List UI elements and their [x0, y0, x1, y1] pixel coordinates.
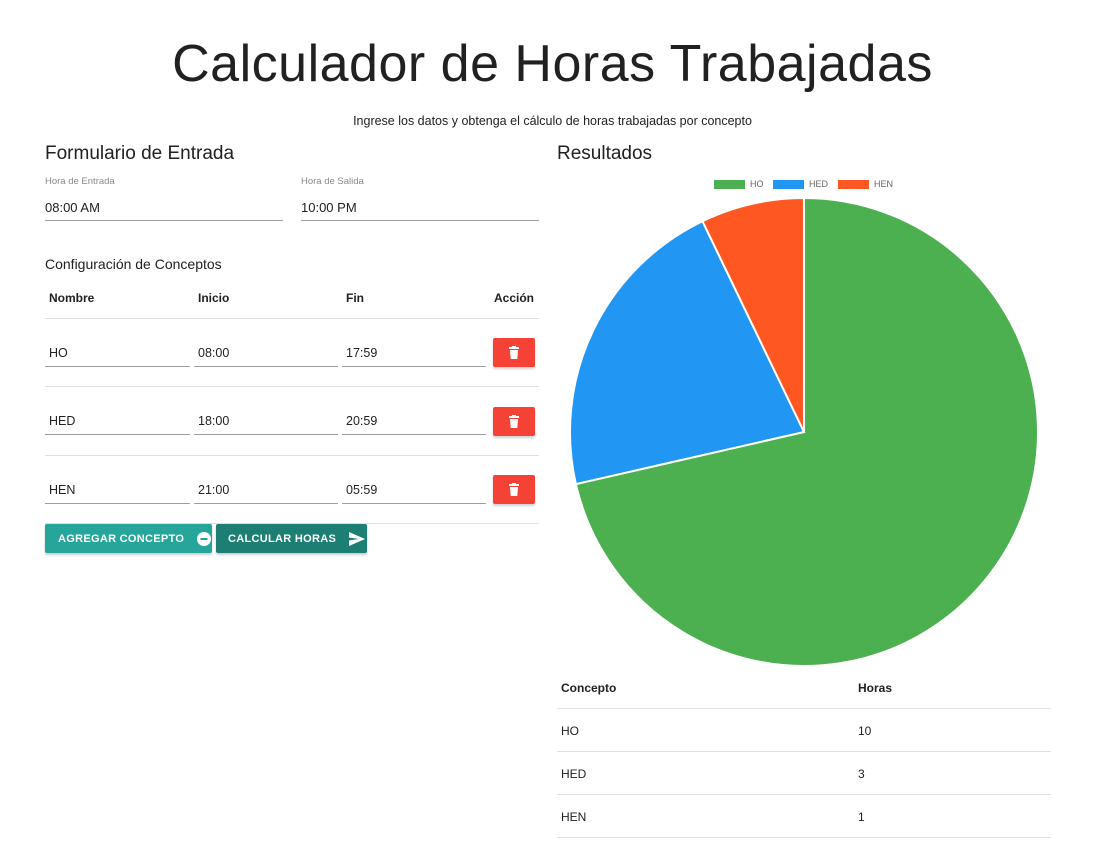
- column-header-end: Fin: [346, 291, 364, 305]
- result-hours: 3: [858, 767, 865, 781]
- legend-swatch: [838, 179, 869, 189]
- result-hours: 10: [858, 724, 872, 738]
- exit-time-input[interactable]: [301, 194, 539, 221]
- concept-end-input[interactable]: [342, 407, 486, 435]
- result-concept: HED: [561, 767, 587, 781]
- concept-start-input[interactable]: [194, 476, 338, 504]
- column-header-start: Inicio: [198, 291, 230, 305]
- row-divider: [45, 455, 539, 456]
- concept-end-input[interactable]: [342, 476, 486, 504]
- add-circle-icon: [197, 531, 212, 546]
- row-divider: [557, 794, 1051, 795]
- concept-start-input[interactable]: [194, 407, 338, 435]
- trash-icon: [509, 346, 519, 359]
- concept-name-input[interactable]: [45, 476, 190, 504]
- results-title: Resultados: [557, 143, 653, 164]
- concept-end-input[interactable]: [342, 339, 486, 367]
- row-divider: [557, 708, 1051, 709]
- delete-concept-button[interactable]: [493, 338, 535, 367]
- form-title: Formulario de Entrada: [45, 143, 235, 164]
- trash-icon: [509, 415, 519, 428]
- calculate-hours-label: CALCULAR HORAS: [228, 532, 337, 545]
- results-header-hours: Horas: [858, 681, 893, 695]
- legend-label: HO: [750, 179, 764, 189]
- calculate-hours-button[interactable]: CALCULAR HORAS: [216, 524, 367, 553]
- row-divider: [557, 837, 1051, 838]
- results-header-concept: Concepto: [561, 681, 617, 695]
- entry-time-input[interactable]: [45, 194, 283, 221]
- column-header-name: Nombre: [49, 291, 95, 305]
- result-hours: 1: [858, 810, 865, 824]
- exit-time-label: Hora de Salida: [301, 176, 364, 187]
- legend-swatch: [773, 179, 804, 189]
- trash-icon: [509, 483, 519, 496]
- concepts-title: Configuración de Conceptos: [45, 256, 222, 272]
- delete-concept-button[interactable]: [493, 475, 535, 504]
- column-header-action: Acción: [494, 291, 535, 305]
- concept-name-input[interactable]: [45, 407, 190, 435]
- add-concept-label: AGREGAR CONCEPTO: [58, 532, 185, 545]
- page-title: Calculador de Horas Trabajadas: [172, 35, 933, 93]
- concept-start-input[interactable]: [194, 339, 338, 367]
- result-concept: HEN: [561, 810, 587, 824]
- legend-item-ho[interactable]: HO: [714, 179, 764, 189]
- legend-item-hed[interactable]: HED: [773, 179, 828, 189]
- send-icon: [349, 531, 366, 546]
- legend-swatch: [714, 179, 745, 189]
- row-divider: [45, 386, 539, 387]
- result-concept: HO: [561, 724, 579, 738]
- entry-time-label: Hora de Entrada: [45, 176, 115, 187]
- legend-item-hen[interactable]: HEN: [838, 179, 893, 189]
- legend-label: HED: [809, 179, 829, 189]
- add-concept-button[interactable]: AGREGAR CONCEPTO: [45, 524, 212, 553]
- hours-pie-chart: [569, 196, 1039, 667]
- row-divider: [557, 751, 1051, 752]
- row-divider: [45, 318, 539, 319]
- concept-name-input[interactable]: [45, 339, 190, 367]
- page-subtitle: Ingrese los datos y obtenga el cálculo d…: [353, 114, 752, 128]
- legend-label: HEN: [874, 179, 894, 189]
- delete-concept-button[interactable]: [493, 407, 535, 436]
